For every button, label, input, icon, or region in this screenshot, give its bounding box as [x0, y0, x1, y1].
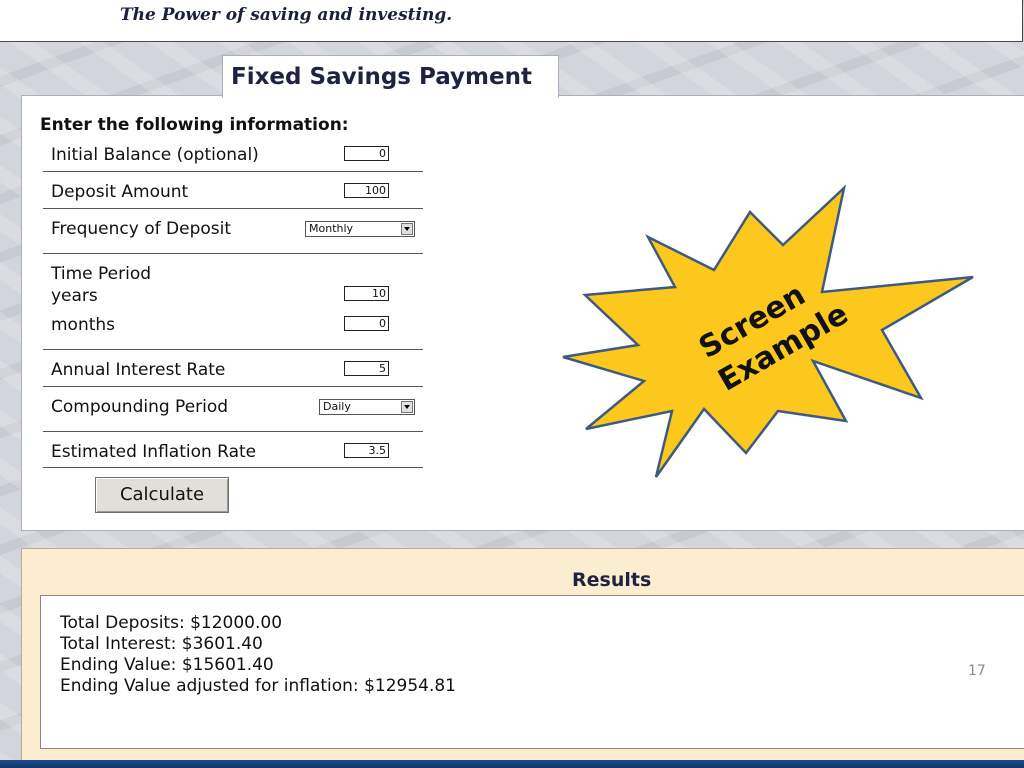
- compounding-select[interactable]: Daily: [319, 399, 415, 415]
- divider: [43, 386, 423, 387]
- page-number: 17: [968, 663, 986, 679]
- top-banner: The Power of saving and investing.: [0, 0, 1023, 42]
- initial-balance-label: Initial Balance (optional): [51, 145, 259, 165]
- result-ending-value-inflation: Ending Value adjusted for inflation: $12…: [60, 676, 456, 696]
- chevron-down-icon[interactable]: [401, 223, 413, 235]
- calculator-title-tab: Fixed Savings Payment: [222, 55, 559, 98]
- bottom-bar: [0, 760, 1024, 768]
- time-period-label: Time Period: [51, 264, 152, 284]
- screen-example-starburst: Screen Example: [562, 185, 974, 478]
- frequency-label: Frequency of Deposit: [51, 219, 232, 239]
- result-total-interest: Total Interest: $3601.40: [60, 634, 263, 654]
- frequency-select[interactable]: Monthly: [305, 221, 415, 237]
- interest-rate-input[interactable]: 5: [344, 361, 389, 376]
- deposit-amount-input[interactable]: 100: [344, 183, 389, 198]
- chevron-down-icon[interactable]: [401, 401, 413, 413]
- compounding-value: Daily: [323, 400, 351, 413]
- inflation-input[interactable]: 3.5: [344, 443, 389, 458]
- interest-rate-label: Annual Interest Rate: [51, 360, 226, 380]
- result-ending-value: Ending Value: $15601.40: [60, 655, 274, 675]
- result-total-deposits: Total Deposits: $12000.00: [60, 613, 283, 633]
- divider: [43, 253, 423, 254]
- months-input[interactable]: 0: [344, 316, 389, 331]
- inflation-label: Estimated Inflation Rate: [51, 442, 257, 462]
- calculate-button[interactable]: Calculate: [95, 477, 229, 513]
- form-heading: Enter the following information:: [40, 115, 349, 135]
- divider: [43, 431, 423, 432]
- divider: [43, 208, 423, 209]
- deposit-amount-label: Deposit Amount: [51, 182, 189, 202]
- years-input[interactable]: 10: [344, 286, 389, 301]
- compounding-label: Compounding Period: [51, 397, 229, 417]
- calculator-title: Fixed Savings Payment: [231, 64, 532, 90]
- months-label: months: [51, 315, 116, 335]
- divider: [43, 467, 423, 468]
- years-label: years: [51, 286, 98, 306]
- divider: [43, 171, 423, 172]
- results-title: Results: [572, 569, 652, 591]
- initial-balance-input[interactable]: 0: [344, 146, 389, 161]
- divider: [43, 349, 423, 350]
- tagline: The Power of saving and investing.: [120, 5, 453, 25]
- frequency-value: Monthly: [309, 222, 354, 235]
